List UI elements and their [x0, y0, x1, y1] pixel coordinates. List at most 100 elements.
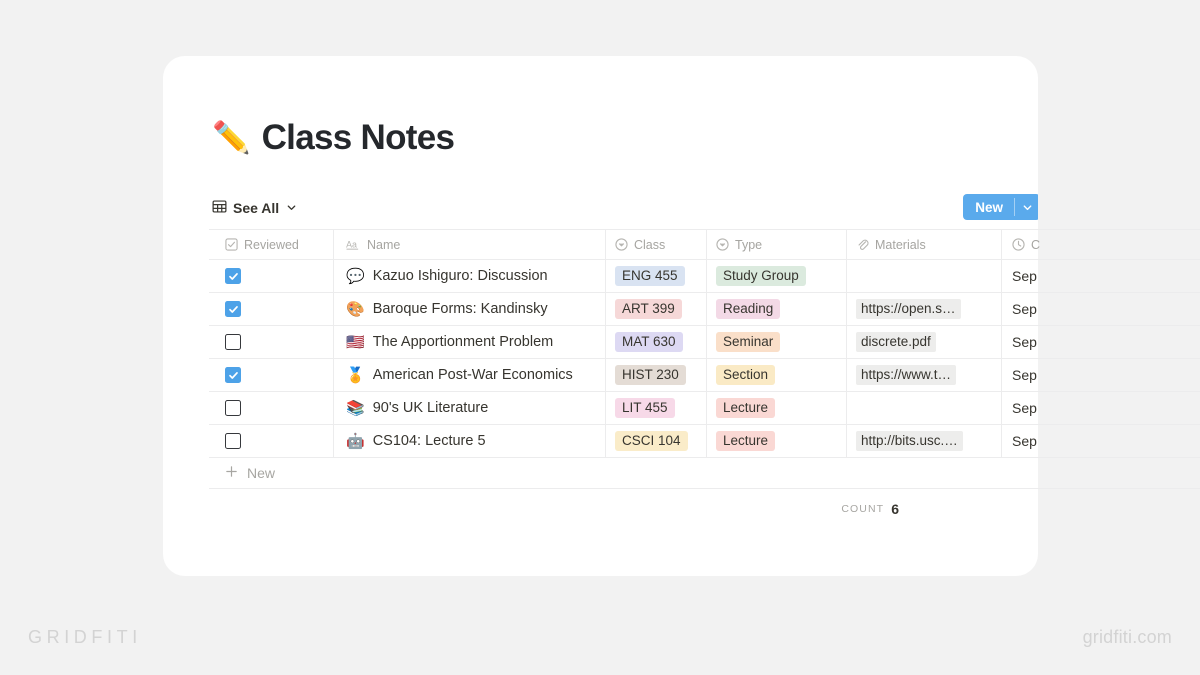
- cell-reviewed: [209, 359, 334, 391]
- count-summary[interactable]: Count 6: [209, 489, 909, 529]
- cell-type[interactable]: Lecture: [707, 392, 847, 424]
- cell-date[interactable]: Sep: [1002, 293, 1142, 325]
- table-row: 🇺🇸 The Apportionment Problem MAT 630 Semina…: [209, 326, 1200, 359]
- table-row: 📚 90's UK Literature LIT 455 Lecture Sep: [209, 392, 1200, 425]
- table-body: 💬 Kazuo Ishiguro: Discussion ENG 455 Study …: [209, 260, 1200, 458]
- material-link[interactable]: https://open.s…: [856, 299, 961, 319]
- cell-date[interactable]: Sep: [1002, 425, 1142, 457]
- clock-icon: [1012, 238, 1025, 251]
- cell-materials[interactable]: https://open.s…: [847, 293, 1002, 325]
- cell-date[interactable]: Sep: [1002, 359, 1142, 391]
- cell-class[interactable]: MAT 630: [606, 326, 707, 358]
- class-tag: ENG 455: [615, 266, 685, 286]
- type-tag: Reading: [716, 299, 781, 319]
- cell-reviewed: [209, 326, 334, 358]
- database-table: Reviewed Aa Name Class Type Materials C …: [209, 229, 1200, 529]
- table-header-row: Reviewed Aa Name Class Type Materials C: [209, 229, 1200, 260]
- add-new-row-label: New: [247, 465, 276, 481]
- class-tag: MAT 630: [615, 332, 683, 352]
- cell-class[interactable]: ENG 455: [606, 260, 707, 292]
- page-title-text: Class Notes: [261, 118, 455, 157]
- row-emoji-icon: 🎨: [346, 300, 365, 318]
- table-row: 🤖 CS104: Lecture 5 CSCI 104 Lecture http://b…: [209, 425, 1200, 458]
- cell-class[interactable]: HIST 230: [606, 359, 707, 391]
- cell-name[interactable]: 💬 Kazuo Ishiguro: Discussion: [334, 260, 606, 292]
- material-link[interactable]: https://www.t…: [856, 365, 957, 385]
- row-emoji-icon: 🤖: [346, 432, 365, 450]
- cell-date[interactable]: Sep: [1002, 326, 1142, 358]
- class-tag: ART 399: [615, 299, 682, 319]
- date-text: Sep: [1012, 268, 1037, 284]
- plus-icon: [225, 465, 238, 481]
- column-header-materials[interactable]: Materials: [847, 230, 1002, 259]
- reviewed-checkbox[interactable]: [225, 268, 241, 284]
- reviewed-checkbox[interactable]: [225, 334, 241, 350]
- add-new-row-button[interactable]: New: [209, 458, 1200, 489]
- row-title: American Post-War Economics: [372, 367, 573, 383]
- cell-type[interactable]: Reading: [707, 293, 847, 325]
- cell-materials[interactable]: [847, 260, 1002, 292]
- date-text: Sep: [1012, 301, 1037, 317]
- table-row: 🎨 Baroque Forms: Kandinsky ART 399 Reading h…: [209, 293, 1200, 326]
- svg-text:Aa: Aa: [346, 239, 357, 249]
- row-emoji-icon: 🇺🇸: [346, 333, 365, 351]
- cell-type[interactable]: Seminar: [707, 326, 847, 358]
- cell-class[interactable]: ART 399: [606, 293, 707, 325]
- cell-class[interactable]: LIT 455: [606, 392, 707, 424]
- date-text: Sep: [1012, 433, 1037, 449]
- cell-class[interactable]: CSCI 104: [606, 425, 707, 457]
- column-header-date-label: C: [1031, 237, 1041, 252]
- cell-name[interactable]: 🎨 Baroque Forms: Kandinsky: [334, 293, 606, 325]
- table-grid-icon: [212, 199, 227, 217]
- reviewed-checkbox[interactable]: [225, 400, 241, 416]
- cell-materials[interactable]: discrete.pdf: [847, 326, 1002, 358]
- cell-reviewed: [209, 392, 334, 424]
- type-tag: Study Group: [716, 266, 806, 286]
- new-button[interactable]: New: [963, 194, 1038, 220]
- cell-type[interactable]: Study Group: [707, 260, 847, 292]
- count-label: Count: [841, 503, 885, 515]
- count-value: 6: [891, 501, 899, 517]
- cell-name[interactable]: 📚 90's UK Literature: [334, 392, 606, 424]
- material-link[interactable]: http://bits.usc.…: [856, 431, 963, 451]
- cell-materials[interactable]: https://www.t…: [847, 359, 1002, 391]
- column-header-type[interactable]: Type: [707, 230, 847, 259]
- type-tag: Lecture: [716, 431, 776, 451]
- cell-name[interactable]: 🤖 CS104: Lecture 5: [334, 425, 606, 457]
- column-header-class[interactable]: Class: [606, 230, 707, 259]
- class-tag: LIT 455: [615, 398, 675, 418]
- date-text: Sep: [1012, 334, 1037, 350]
- column-header-name-label: Name: [367, 237, 401, 252]
- reviewed-checkbox[interactable]: [225, 433, 241, 449]
- page-title: ✏️ Class Notes: [212, 118, 455, 157]
- column-header-name[interactable]: Aa Name: [334, 230, 606, 259]
- row-title: Kazuo Ishiguro: Discussion: [372, 268, 548, 284]
- cell-materials[interactable]: http://bits.usc.…: [847, 425, 1002, 457]
- cell-name[interactable]: 🇺🇸 The Apportionment Problem: [334, 326, 606, 358]
- cell-reviewed: [209, 260, 334, 292]
- row-title: Baroque Forms: Kandinsky: [372, 301, 548, 317]
- column-header-reviewed[interactable]: Reviewed: [209, 230, 334, 259]
- date-text: Sep: [1012, 400, 1037, 416]
- cell-reviewed: [209, 425, 334, 457]
- reviewed-checkbox[interactable]: [225, 367, 241, 383]
- cell-reviewed: [209, 293, 334, 325]
- cell-materials[interactable]: [847, 392, 1002, 424]
- cell-type[interactable]: Lecture: [707, 425, 847, 457]
- type-tag: Seminar: [716, 332, 781, 352]
- material-link[interactable]: discrete.pdf: [856, 332, 936, 352]
- column-header-date[interactable]: C: [1002, 230, 1142, 259]
- cell-name[interactable]: 🏅 American Post-War Economics: [334, 359, 606, 391]
- column-header-type-label: Type: [735, 237, 763, 252]
- class-tag: HIST 230: [615, 365, 686, 385]
- new-button-chevron-down-icon[interactable]: [1015, 194, 1038, 220]
- paperclip-icon: [856, 238, 869, 251]
- cell-date[interactable]: Sep: [1002, 260, 1142, 292]
- reviewed-checkbox[interactable]: [225, 301, 241, 317]
- cell-type[interactable]: Section: [707, 359, 847, 391]
- view-tab-see-all[interactable]: See All: [212, 195, 297, 221]
- view-toolbar: See All New: [212, 194, 1038, 225]
- new-button-label: New: [975, 199, 1003, 215]
- cell-date[interactable]: Sep: [1002, 392, 1142, 424]
- pencil-icon: ✏️: [212, 120, 251, 155]
